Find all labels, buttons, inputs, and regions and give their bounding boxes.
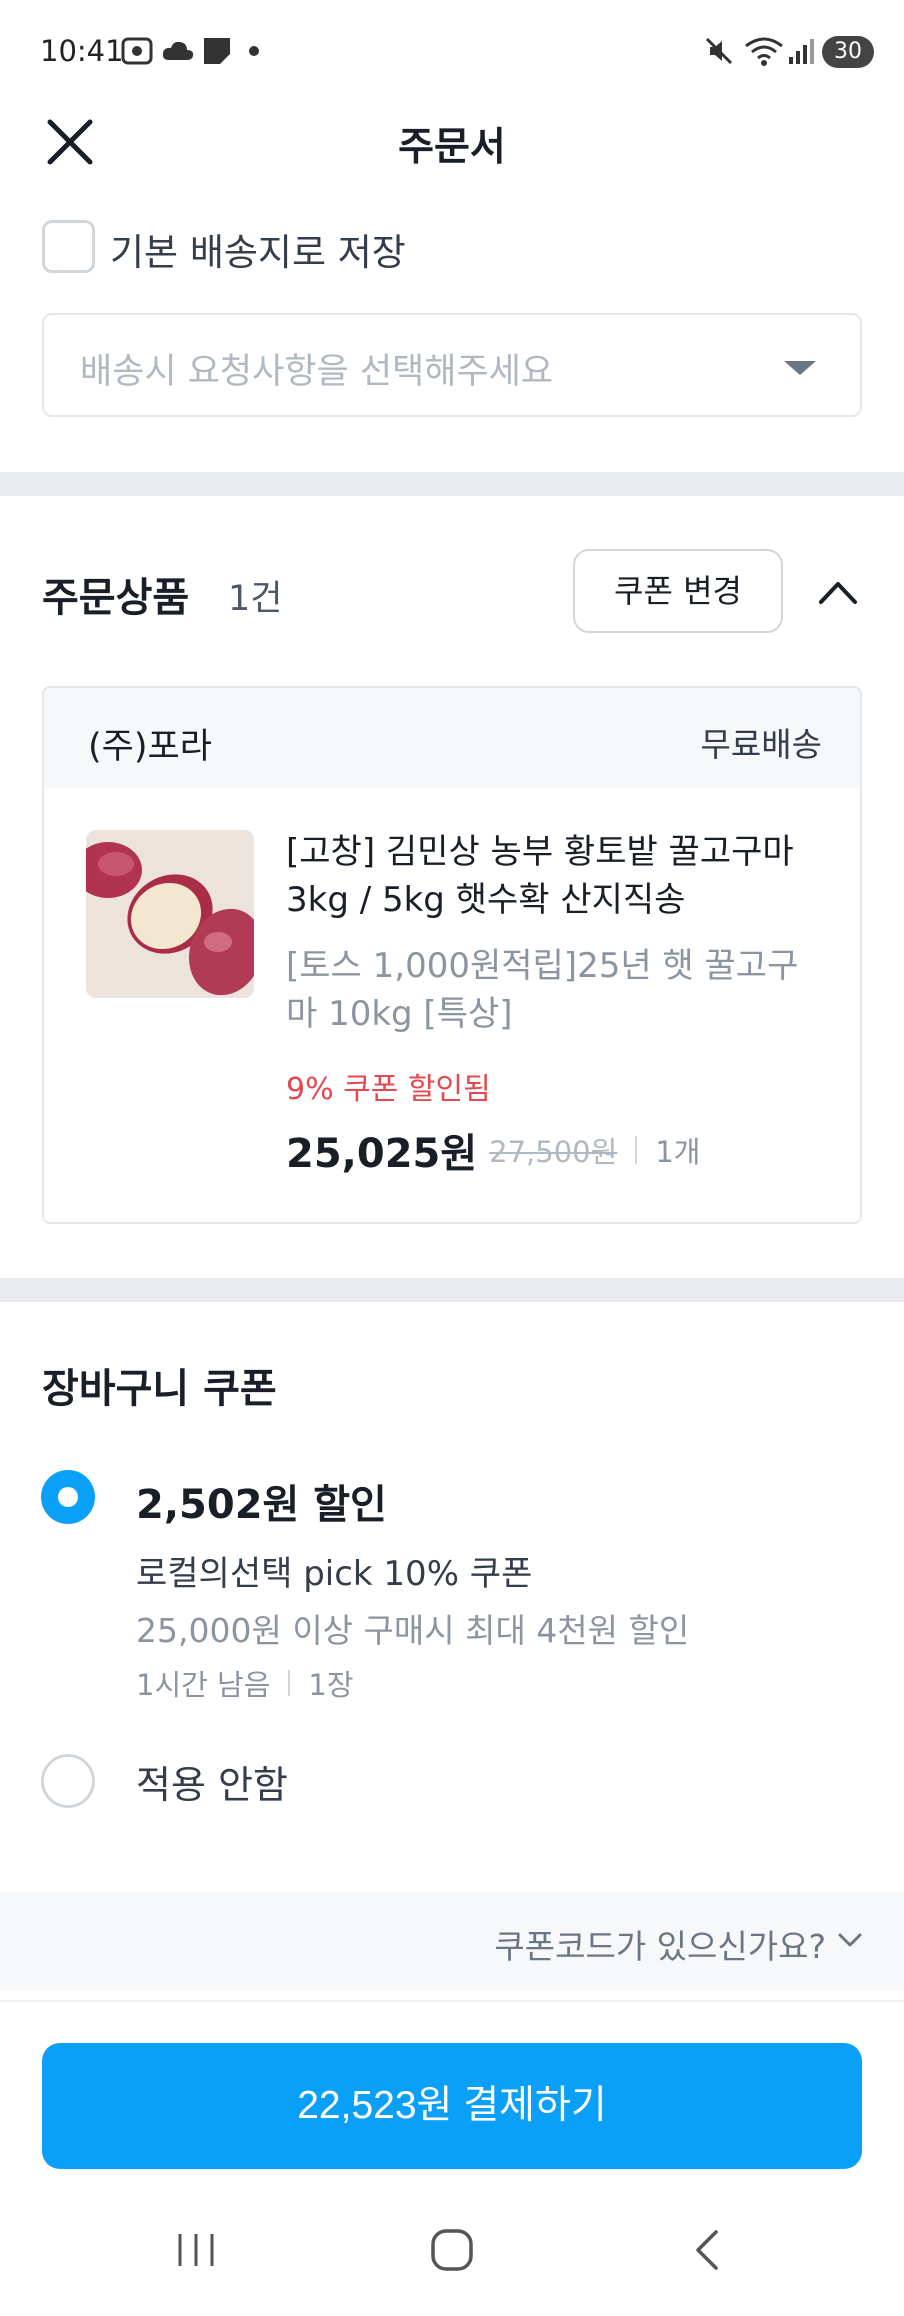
- home-icon[interactable]: [428, 2226, 476, 2274]
- dropdown-caret-icon: [784, 361, 816, 375]
- coupon-name: 로컬의선택 pick 10% 쿠폰: [136, 1554, 533, 1594]
- order-products-count: 1건: [228, 579, 283, 619]
- menu-icon[interactable]: [172, 2226, 220, 2274]
- meta-separator: [288, 1670, 291, 1696]
- page-title: 주문서: [398, 125, 506, 170]
- status-bar: 10:41 30: [0, 0, 904, 104]
- wifi-icon: [745, 37, 783, 66]
- status-time: 10:41: [40, 34, 124, 68]
- chevron-down-icon: [838, 1933, 862, 1947]
- battery-indicator: 30: [822, 36, 874, 68]
- quantity: 1개: [655, 1135, 701, 1169]
- note-icon: [204, 38, 230, 64]
- coupon-change-button[interactable]: 쿠폰 변경: [573, 549, 783, 633]
- discount-note: 9% 쿠폰 할인됨: [286, 1072, 491, 1107]
- section-divider: [0, 472, 904, 496]
- save-default-address-label[interactable]: 기본 배송지로 저장: [110, 222, 406, 276]
- notification-dot-icon: [249, 46, 259, 56]
- back-icon[interactable]: [684, 2226, 732, 2274]
- seller-name: (주)포라: [88, 727, 212, 767]
- cart-coupon-title: 장바구니 쿠폰: [42, 1366, 277, 1412]
- product-name: [고창] 김민상 농부 황토밭 꿀고구마 3kg / 5kg 햇수확 산지직송: [286, 832, 794, 920]
- price-row: 25,025원 27,500원 1개: [286, 1122, 700, 1178]
- navigation-bar: [0, 2196, 904, 2316]
- section-divider: [0, 1278, 904, 1302]
- product-card: (주)포라 무료배송 [고창] 김민상 농부 황토밭 꿀고구마 3kg / 5k…: [42, 686, 862, 1224]
- mute-icon: [705, 37, 733, 65]
- no-coupon-label[interactable]: 적용 안함: [136, 1754, 288, 1809]
- delivery-request-select[interactable]: 배송시 요청사항을 선택해주세요: [42, 313, 862, 417]
- coupon-code-prompt: 쿠폰코드가 있으신가요?: [494, 1927, 826, 1966]
- coupon-radio-none[interactable]: [41, 1754, 95, 1808]
- coupon-count: 1장: [308, 1668, 354, 1702]
- coupon-radio-selected[interactable]: [41, 1470, 95, 1524]
- product-image[interactable]: [86, 830, 254, 998]
- sweet-potato-image: [86, 830, 254, 998]
- coupon-time-left: 1시간 남음: [136, 1668, 271, 1702]
- coupon-code-toggle[interactable]: 쿠폰코드가 있으신가요?: [0, 1892, 904, 1990]
- coupon-meta: 1시간 남음 1장: [136, 1664, 354, 1702]
- chevron-up-icon[interactable]: [815, 570, 861, 616]
- delivery-request-placeholder: 배송시 요청사항을 선택해주세요: [80, 352, 554, 392]
- original-price: 27,500원: [489, 1135, 618, 1169]
- cloud-icon: [162, 41, 194, 60]
- shipping-label: 무료배송: [700, 725, 822, 764]
- sale-price: 25,025원: [286, 1131, 478, 1177]
- order-products-title: 주문상품: [42, 575, 190, 621]
- screenshot-icon: [121, 37, 153, 65]
- save-default-address-checkbox[interactable]: [42, 220, 95, 273]
- product-option: [토스 1,000원적립]25년 햇 꿀고구마 10kg [특상]: [286, 946, 799, 1034]
- coupon-discount-amount[interactable]: 2,502원 할인: [136, 1472, 387, 1530]
- coupon-condition: 25,000원 이상 구매시 최대 4천원 할인: [136, 1611, 690, 1650]
- pay-button[interactable]: 22,523원 결제하기: [42, 2043, 862, 2169]
- seller-header: (주)포라 무료배송: [44, 688, 860, 788]
- signal-icon: [789, 39, 814, 64]
- price-separator: [635, 1136, 638, 1164]
